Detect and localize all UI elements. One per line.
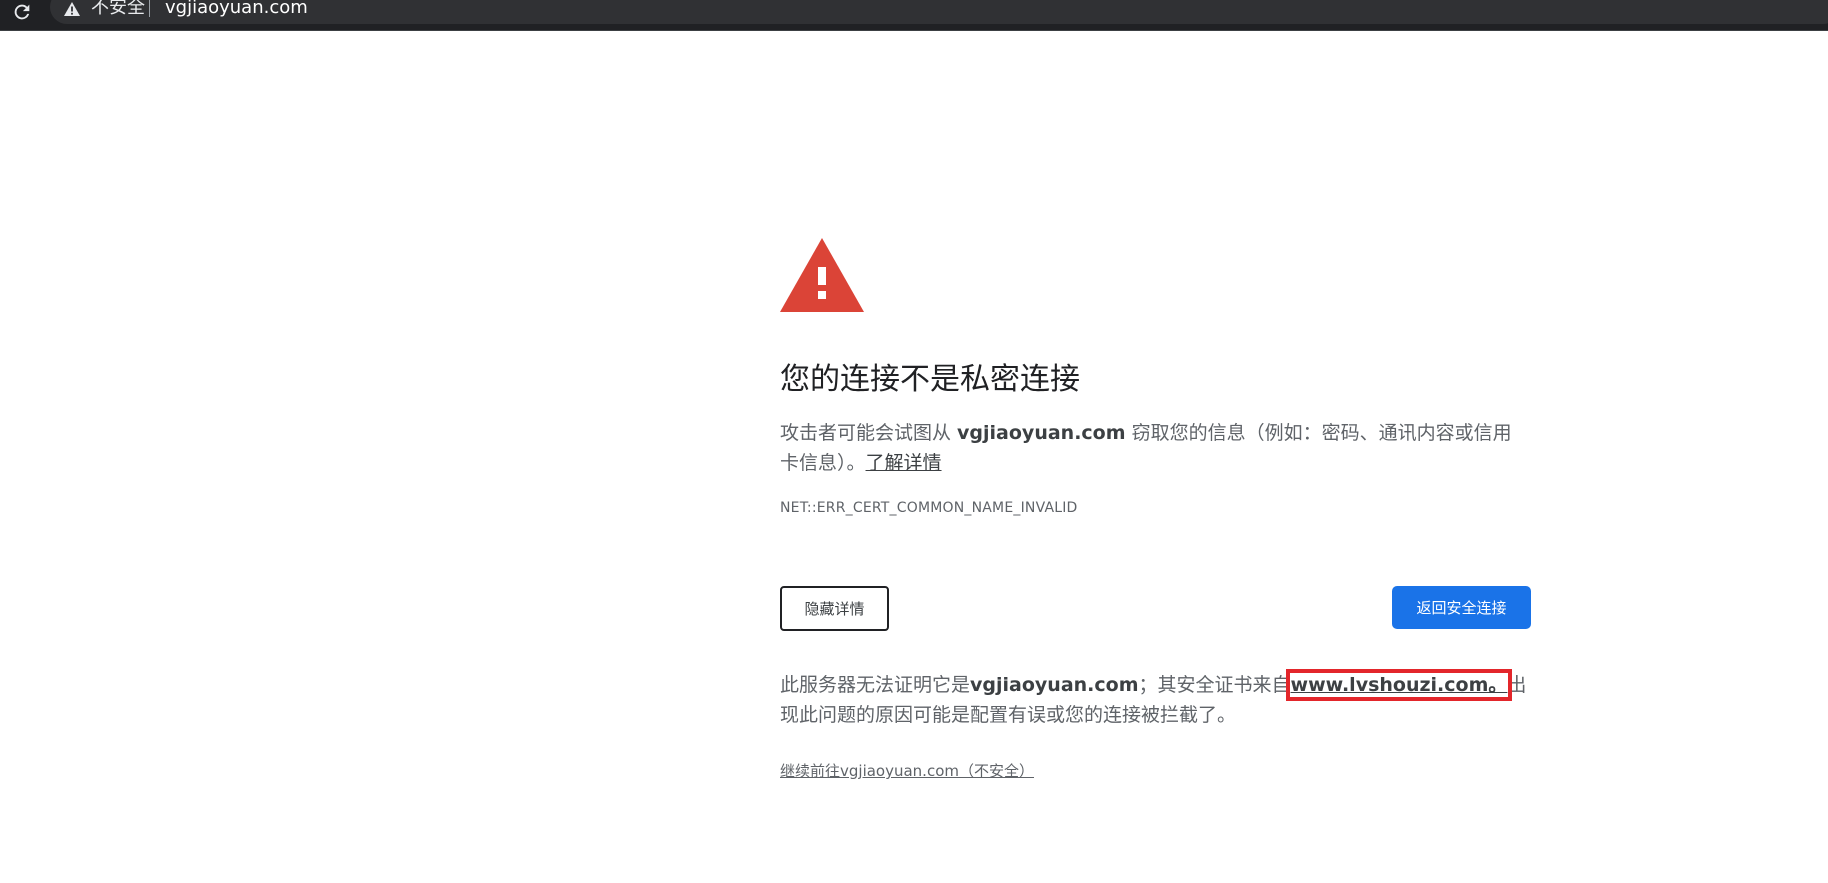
explanation-paragraph: 攻击者可能会试图从 vgjiaoyuan.com 窃取您的信息（例如：密码、通讯… xyxy=(780,418,1530,478)
browser-toolbar: 不安全 vgjiaoyuan.com xyxy=(0,0,1828,31)
back-to-safety-button[interactable]: 返回安全连接 xyxy=(1392,586,1531,629)
learn-more-link[interactable]: 了解详情 xyxy=(866,452,942,474)
hide-details-button[interactable]: 隐藏详情 xyxy=(780,586,889,631)
security-status-label[interactable]: 不安全 xyxy=(91,0,145,19)
page-heading: 您的连接不是私密连接 xyxy=(780,362,1080,397)
address-separator xyxy=(149,0,150,17)
details-paragraph: 此服务器无法证明它是vgjiaoyuan.com；其安全证书来自www.lvsh… xyxy=(780,669,1530,730)
url-text[interactable]: vgjiaoyuan.com xyxy=(165,0,308,19)
explanation-text-before: 攻击者可能会试图从 xyxy=(780,422,958,444)
explanation-domain: vgjiaoyuan.com xyxy=(957,422,1126,444)
reload-icon[interactable] xyxy=(11,1,33,23)
details-text-middle: ；其安全证书来自 xyxy=(1138,674,1291,696)
details-text-before: 此服务器无法证明它是 xyxy=(780,674,971,696)
warning-triangle-icon xyxy=(780,238,864,312)
address-bar[interactable] xyxy=(50,0,1828,24)
error-code[interactable]: NET::ERR_CERT_COMMON_NAME_INVALID xyxy=(780,500,1078,516)
warning-triangle-icon[interactable] xyxy=(64,2,80,16)
certificate-issuer-highlight: www.lvshouzi.com。 xyxy=(1285,669,1513,701)
details-domain: vgjiaoyuan.com xyxy=(970,674,1139,696)
proceed-unsafe-link[interactable]: 继续前往vgjiaoyuan.com（不安全） xyxy=(780,760,1034,781)
